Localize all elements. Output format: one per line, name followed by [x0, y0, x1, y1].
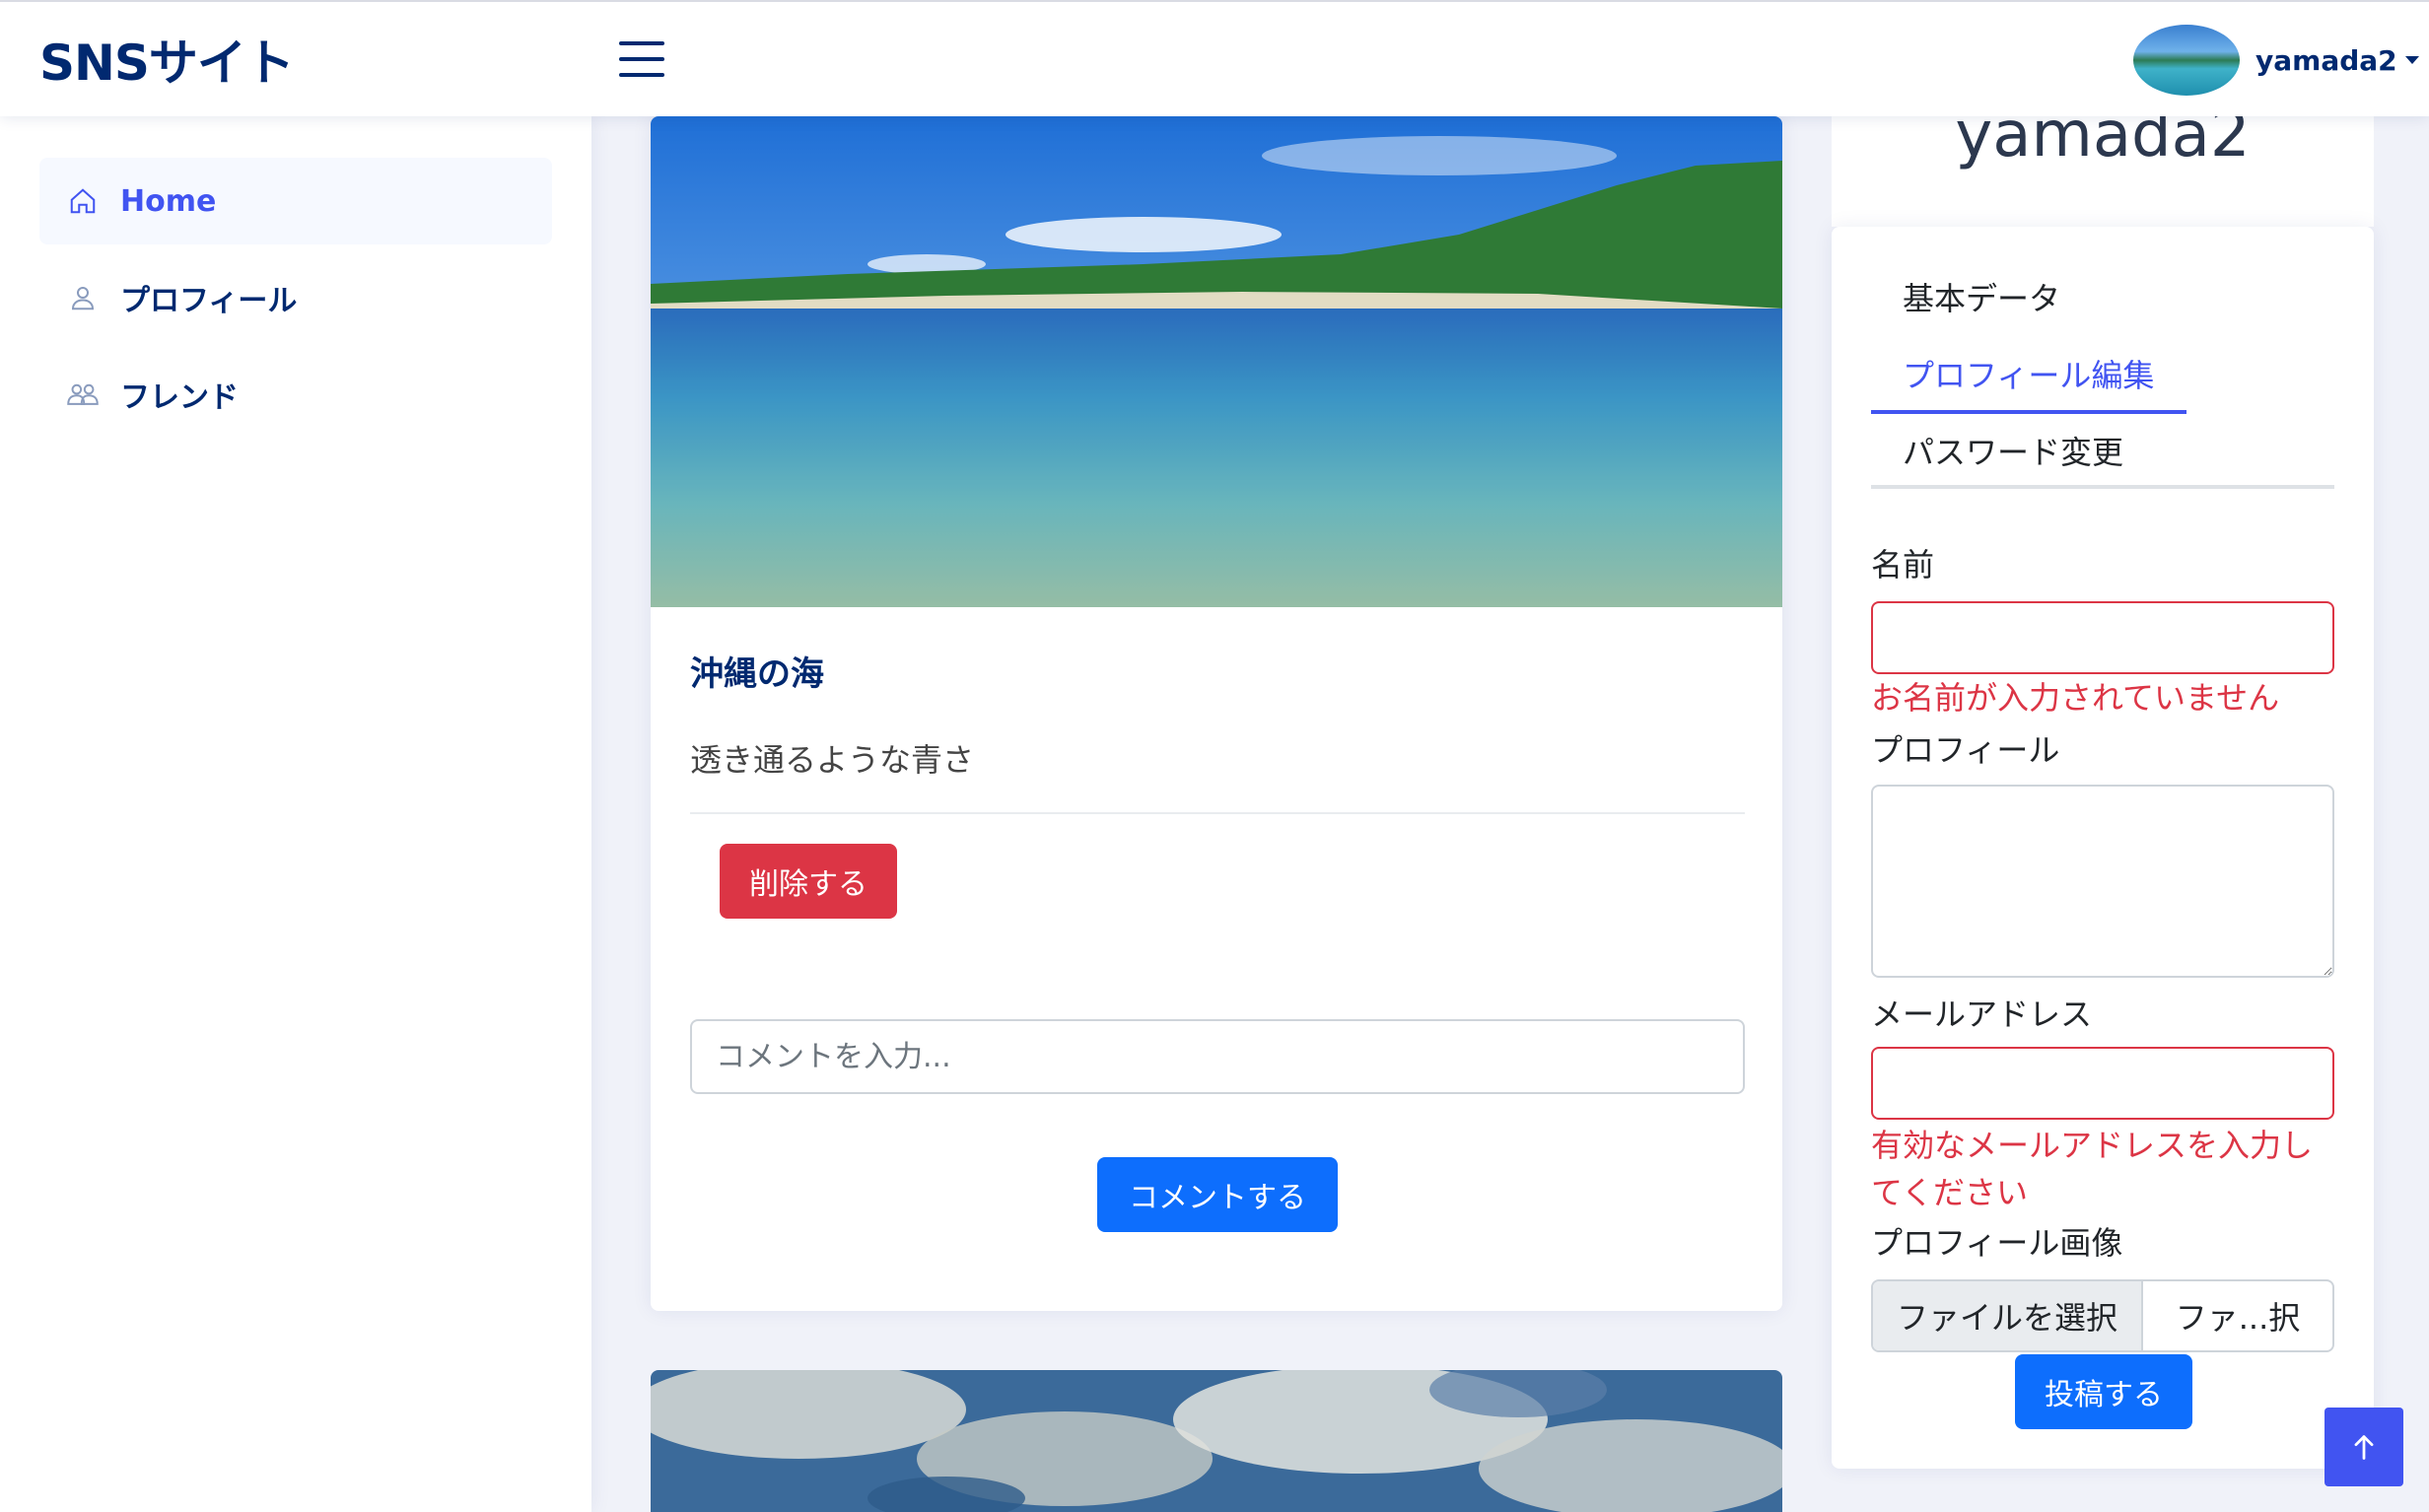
tab-basic-data[interactable]: 基本データ [1903, 274, 2060, 319]
email-field[interactable] [1871, 1047, 2334, 1120]
top-header: SNSサイト yamada2 [0, 0, 2429, 116]
name-field[interactable] [1871, 601, 2334, 674]
divider [1871, 485, 2334, 489]
user-name[interactable]: yamada2 [2256, 44, 2397, 77]
profile-image-input[interactable]: ファイルを選択 ファ...択 [1871, 1279, 2334, 1352]
sidebar-item-profile[interactable]: プロフィール [39, 254, 552, 341]
tab-profile-edit[interactable]: プロフィール編集 [1903, 351, 2154, 396]
sidebar-item-label: プロフィール [120, 284, 298, 318]
person-icon [67, 282, 99, 313]
comment-button[interactable]: コメントする [1097, 1157, 1338, 1232]
sidebar: Home プロフィール フレンド [0, 116, 591, 1512]
tab-password-change[interactable]: パスワード変更 [1903, 428, 2123, 473]
post-card: 沖縄の海 透き通るような青さ 削除する コメントする [651, 116, 1782, 1311]
name-error: お名前が入力されていません [1871, 679, 2280, 717]
divider [690, 812, 1745, 814]
sidebar-item-home[interactable]: Home [39, 158, 552, 244]
sidebar-item-label: Home [120, 183, 217, 219]
email-error: 有効なメールアドレスを入力してください [1871, 1127, 2314, 1211]
people-icon [67, 378, 99, 410]
home-icon [67, 185, 99, 217]
sidebar-item-friends[interactable]: フレンド [39, 351, 552, 438]
email-label: メールアドレス [1871, 996, 2093, 1033]
post-image [651, 1370, 1782, 1512]
post-title: 沖縄の海 [690, 654, 824, 694]
active-tab-indicator [1871, 410, 2186, 414]
back-to-top-button[interactable] [2325, 1408, 2403, 1486]
profile-edit-card: 基本データ プロフィール編集 パスワード変更 名前 お名前が入力されていません … [1832, 227, 2374, 1469]
menu-toggle-icon[interactable] [619, 39, 664, 79]
avatar[interactable] [2133, 25, 2240, 96]
brand-logo[interactable]: SNSサイト [39, 24, 295, 95]
submit-button[interactable]: 投稿する [2015, 1354, 2192, 1429]
chevron-down-icon[interactable] [2404, 56, 2419, 64]
delete-button[interactable]: 削除する [720, 844, 897, 919]
profile-textarea[interactable] [1871, 785, 2334, 978]
choose-file-button[interactable]: ファイルを選択 [1873, 1281, 2143, 1350]
profile-image-label: プロフィール画像 [1871, 1224, 2123, 1262]
comment-input[interactable] [690, 1019, 1745, 1094]
name-label: 名前 [1871, 546, 1935, 584]
post-image [651, 116, 1782, 607]
user-menu[interactable]: yamada2 [2133, 24, 2419, 97]
post-body: 透き通るような青さ [690, 741, 975, 779]
file-name: ファ...択 [2175, 1299, 2301, 1337]
arrow-up-icon [2354, 1435, 2374, 1460]
profile-label: プロフィール [1871, 731, 2060, 769]
sidebar-item-label: フレンド [120, 380, 239, 415]
profile-header: yamada2 [1832, 99, 2374, 227]
